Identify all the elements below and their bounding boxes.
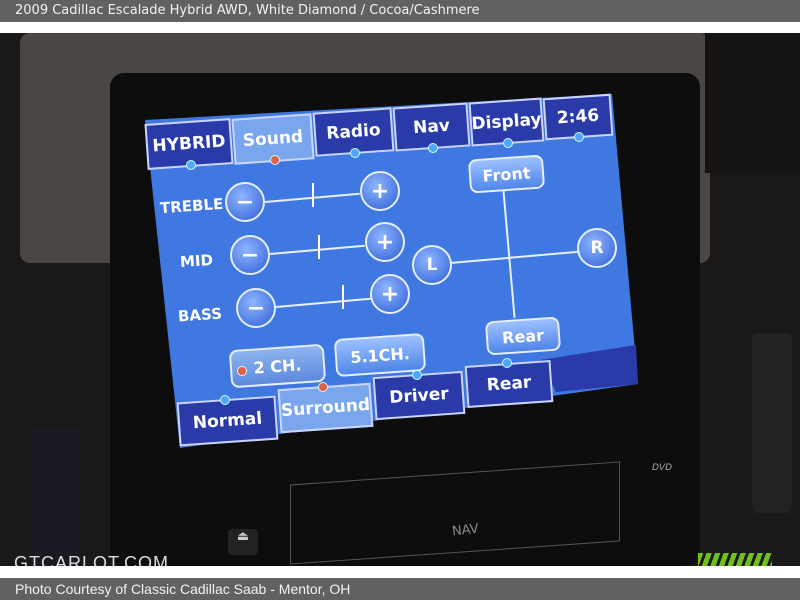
bass-plus-button[interactable]: +	[370, 274, 410, 314]
indicator-dot	[186, 160, 196, 170]
balance-left-button[interactable]: L	[412, 245, 452, 285]
indicator-dot	[412, 370, 422, 380]
right-vent	[705, 33, 800, 173]
dvd-label: DVD	[652, 463, 673, 473]
bass-label: BASS	[177, 304, 223, 326]
bass-minus-button[interactable]: −	[236, 288, 276, 328]
indicator-dot	[574, 132, 584, 142]
mid-minus-button[interactable]: −	[230, 235, 270, 275]
fader-rear-button[interactable]: Rear	[484, 316, 562, 356]
indicator-dot	[502, 358, 512, 368]
indicator-dot	[428, 143, 438, 153]
side-control-buttons[interactable]	[752, 333, 792, 513]
brand-stripes	[698, 553, 772, 566]
indicator-dot	[350, 148, 360, 158]
fader-front-button[interactable]: Front	[467, 154, 546, 194]
treble-slider-thumb[interactable]	[312, 183, 314, 207]
mid-slider-thumb[interactable]	[318, 235, 320, 259]
balance-right-button[interactable]: R	[577, 228, 617, 268]
indicator-dot	[503, 138, 513, 148]
active-indicator-dot	[270, 155, 280, 165]
bass-slider-thumb[interactable]	[342, 285, 344, 309]
5-1ch-button[interactable]: 5.1CH.	[333, 332, 427, 378]
2ch-selected-dot	[237, 366, 247, 376]
nav-label: NAV	[451, 521, 480, 540]
eject-button[interactable]: ⏏	[228, 529, 258, 555]
left-control-buttons[interactable]	[30, 428, 80, 566]
page-header: 2009 Cadillac Escalade Hybrid AWD, White…	[0, 0, 800, 22]
mid-label: MID	[179, 250, 214, 272]
watermark-logo: GTCARLOT.COM	[14, 553, 170, 566]
mid-plus-button[interactable]: +	[365, 222, 405, 262]
treble-plus-button[interactable]: +	[360, 171, 400, 211]
photo-credit: Photo Courtesy of Classic Cadillac Saab …	[0, 578, 800, 600]
active-indicator-dot	[318, 382, 328, 392]
treble-minus-button[interactable]: −	[225, 182, 265, 222]
indicator-dot	[220, 395, 230, 405]
